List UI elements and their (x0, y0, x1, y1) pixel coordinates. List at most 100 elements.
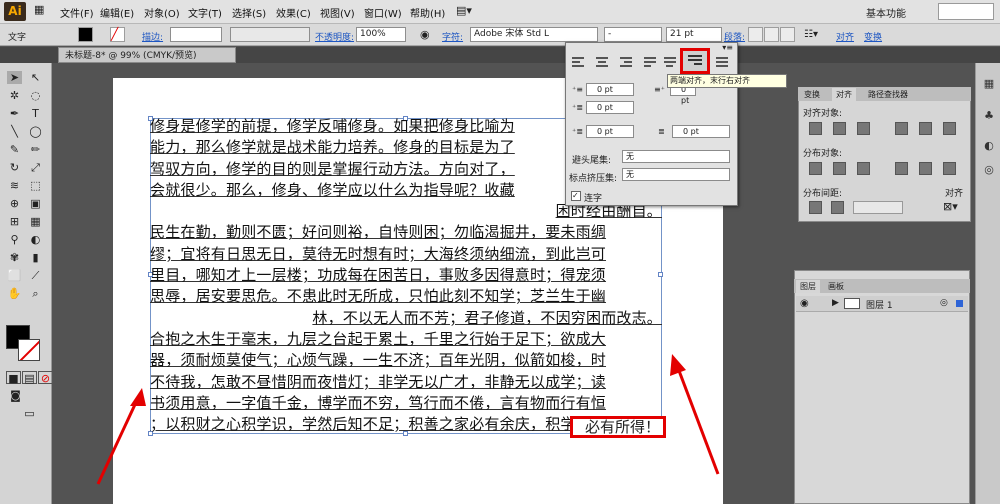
help-search-input[interactable] (938, 3, 994, 20)
justify-last-right-button[interactable] (680, 48, 710, 74)
align-right-button[interactable] (780, 27, 795, 42)
artboard-tool-icon[interactable]: ⬜ (7, 269, 22, 282)
opacity-field[interactable]: 100% (356, 27, 406, 42)
align-icon[interactable] (919, 122, 932, 135)
align-icon[interactable] (809, 122, 822, 135)
distribute-icon[interactable] (809, 162, 822, 175)
gradient-mode-icon[interactable]: ▤ (22, 371, 37, 385)
align-to-icon[interactable]: ⊠▾ (943, 200, 958, 213)
distribute-icon[interactable] (943, 162, 956, 175)
layer-name[interactable]: 图层 1 (866, 298, 893, 311)
ellipse-tool-icon[interactable]: ◯ (28, 125, 43, 138)
menu-help[interactable]: 帮助(H) (410, 5, 445, 20)
align-center-icon[interactable] (596, 55, 610, 67)
color-mode-icon[interactable]: ■ (6, 371, 21, 385)
distribute-icon[interactable] (833, 162, 846, 175)
hand-tool-icon[interactable]: ✋ (7, 287, 22, 300)
menu-edit[interactable]: 编辑(E) (100, 5, 134, 20)
menu-select[interactable]: 选择(S) (232, 5, 266, 20)
appearance-icon[interactable]: ◐ (982, 139, 996, 153)
swatches-icon[interactable]: ▦ (982, 77, 996, 91)
fill-swatch[interactable] (78, 27, 93, 42)
spacing-field[interactable] (853, 201, 903, 214)
align-left-icon[interactable] (572, 55, 586, 67)
blend-tool-icon[interactable]: ◐ (28, 233, 43, 246)
character-link[interactable]: 字符: (442, 30, 463, 43)
brush-tool-icon[interactable]: ✎ (7, 143, 22, 156)
align-icon[interactable] (943, 122, 956, 135)
tab-artboards[interactable]: 画板 (824, 280, 848, 293)
variable-width-field[interactable] (230, 27, 310, 42)
tab-layers[interactable]: 图层 (796, 280, 820, 293)
scale-tool-icon[interactable]: ⤢ (28, 161, 43, 174)
expand-triangle-icon[interactable]: ▶ (832, 298, 839, 308)
space-after-field[interactable]: 0 pt (672, 125, 730, 138)
workspace-switcher[interactable]: 基本功能 (866, 5, 906, 20)
type-tool-icon[interactable]: T (28, 107, 43, 120)
distribute-icon[interactable] (857, 162, 870, 175)
selection-indicator[interactable] (956, 300, 963, 307)
tab-pathfinder[interactable]: 路径查找器 (864, 88, 912, 101)
menu-object[interactable]: 对象(O) (144, 5, 180, 20)
hyphen-checkbox[interactable]: ✓ (571, 191, 581, 201)
pen-tool-icon[interactable]: ✒ (7, 107, 22, 120)
shape-builder-icon[interactable]: ⊕ (7, 197, 22, 210)
mesh-tool-icon[interactable]: ▦ (28, 215, 43, 228)
distribute-icon[interactable] (919, 162, 932, 175)
menu-effect[interactable]: 效果(C) (276, 5, 311, 20)
menu-type[interactable]: 文字(T) (188, 5, 222, 20)
warp-tool-icon[interactable]: ≋ (7, 179, 22, 192)
align-icon[interactable] (833, 122, 846, 135)
menu-file[interactable]: 文件(F) (60, 5, 94, 20)
slice-tool-icon[interactable]: ⟋ (28, 269, 43, 282)
none-mode-icon[interactable]: ⊘ (38, 371, 53, 385)
perspective-icon[interactable]: ⊞ (7, 215, 22, 228)
eyedropper-icon[interactable]: ⚲ (7, 233, 22, 246)
bridge-icon[interactable]: ▦ (34, 3, 48, 17)
document-tab[interactable]: 未标题-8* @ 99% (CMYK/预览) (58, 47, 236, 63)
font-size-field[interactable]: 21 pt (666, 27, 722, 42)
tab-align[interactable]: 对齐 (832, 88, 856, 101)
menu-view[interactable]: 视图(V) (320, 5, 355, 20)
envelope-icon[interactable]: ☷▾ (804, 29, 818, 40)
stroke-color-swatch[interactable] (18, 339, 40, 361)
stroke-link[interactable]: 描边: (142, 30, 163, 43)
arrange-icon[interactable]: ▤▾ (456, 4, 472, 17)
font-style-field[interactable]: - (604, 27, 662, 42)
left-indent-field[interactable]: 0 pt (586, 83, 634, 96)
first-line-indent-field[interactable]: 0 pt (586, 101, 634, 114)
layer-row[interactable]: ◉ ▶ 图层 1 ◎ (796, 296, 968, 312)
kinsoku-select[interactable]: 无 (622, 150, 730, 163)
pencil-tool-icon[interactable]: ✏ (28, 143, 43, 156)
draw-mode-icon[interactable]: ◙ (8, 389, 23, 402)
line-tool-icon[interactable]: ╲ (7, 125, 22, 138)
align-left-button[interactable] (748, 27, 763, 42)
justify-all-icon[interactable] (716, 55, 730, 67)
distribute-spacing-icon[interactable] (831, 201, 844, 214)
distribute-spacing-icon[interactable] (809, 201, 822, 214)
align-icon[interactable] (895, 122, 908, 135)
rotate-tool-icon[interactable]: ↻ (7, 161, 22, 174)
stroke-weight-field[interactable] (170, 27, 222, 42)
opacity-link[interactable]: 不透明度: (315, 30, 354, 43)
space-before-field[interactable]: 0 pt (586, 125, 634, 138)
align-right-icon[interactable] (620, 55, 634, 67)
visibility-eye-icon[interactable]: ◉ (800, 298, 809, 309)
symbol-sprayer-icon[interactable]: ✾ (7, 251, 22, 264)
tab-transform[interactable]: 变换 (800, 88, 824, 101)
justify-center-icon[interactable] (664, 55, 678, 67)
lasso-icon[interactable]: ◌ (28, 89, 43, 102)
justify-left-icon[interactable] (644, 55, 658, 67)
zoom-tool-icon[interactable]: ⌕ (28, 287, 43, 300)
distribute-icon[interactable] (895, 162, 908, 175)
graphic-styles-icon[interactable]: ◎ (982, 163, 996, 177)
screen-mode-icon[interactable]: ▭ (22, 407, 37, 420)
font-family-field[interactable]: Adobe 宋体 Std L (470, 27, 598, 42)
align-center-button[interactable] (764, 27, 779, 42)
free-transform-icon[interactable]: ⬚ (28, 179, 43, 192)
transform-link[interactable]: 变换 (864, 30, 882, 43)
graph-tool-icon[interactable]: ▮ (28, 251, 43, 264)
symbols-icon[interactable]: ♣ (982, 109, 996, 123)
target-icon[interactable]: ◎ (940, 298, 948, 308)
stroke-swatch[interactable]: ╱ (110, 27, 125, 42)
